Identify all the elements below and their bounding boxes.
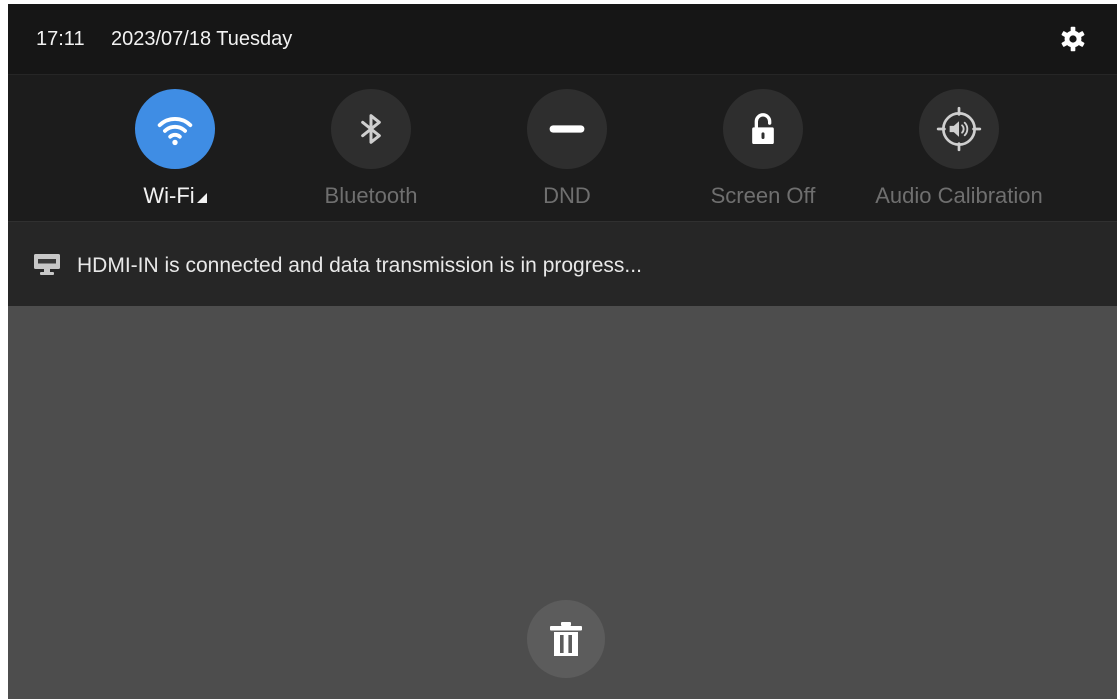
clear-notifications-button[interactable] <box>527 600 605 678</box>
notification-text: HDMI-IN is connected and data transmissi… <box>77 254 642 277</box>
dnd-label: DND <box>543 183 591 208</box>
clock-date: 2023/07/18 Tuesday <box>111 28 293 50</box>
audio-calibration-toggle-circle[interactable] <box>919 89 999 169</box>
quick-settings-panel: Wi-Fi Bluetooth DND Screen Off Audio Cal… <box>8 75 1117 221</box>
bluetooth-toggle[interactable]: Bluetooth <box>273 89 469 219</box>
lock-icon <box>752 113 774 144</box>
screen-off-toggle-circle[interactable] <box>723 89 803 169</box>
notification-shade: 17:11 2023/07/18 Tuesday Wi-Fi Bluetooth… <box>8 4 1117 699</box>
audio-calibration-toggle[interactable]: Audio Calibration <box>861 89 1057 219</box>
bluetooth-toggle-circle[interactable] <box>331 89 411 169</box>
signal-indicator-icon <box>196 193 207 203</box>
audio-calibration-icon <box>936 106 982 152</box>
dnd-icon <box>549 125 585 133</box>
dnd-toggle-circle[interactable] <box>527 89 607 169</box>
hdmi-icon <box>34 254 60 275</box>
clock-time: 17:11 <box>36 28 85 50</box>
wifi-label: Wi-Fi <box>77 183 273 209</box>
status-bar: 17:11 2023/07/18 Tuesday <box>8 4 1117 75</box>
wifi-toggle-circle[interactable] <box>135 89 215 169</box>
trash-icon <box>550 622 582 656</box>
screen-off-toggle[interactable]: Screen Off <box>665 89 861 219</box>
bluetooth-label: Bluetooth <box>324 183 418 208</box>
hdmi-notification[interactable]: HDMI-IN is connected and data transmissi… <box>8 221 1117 306</box>
audio-calibration-label: Audio Calibration <box>875 183 1043 208</box>
settings-button[interactable] <box>1056 22 1090 56</box>
dnd-toggle[interactable]: DND <box>469 89 665 219</box>
screen-off-label: Screen Off <box>710 183 816 208</box>
wifi-icon <box>157 117 193 146</box>
gear-icon <box>1061 26 1085 52</box>
wifi-toggle[interactable]: Wi-Fi <box>77 89 273 219</box>
bluetooth-icon <box>361 114 381 144</box>
